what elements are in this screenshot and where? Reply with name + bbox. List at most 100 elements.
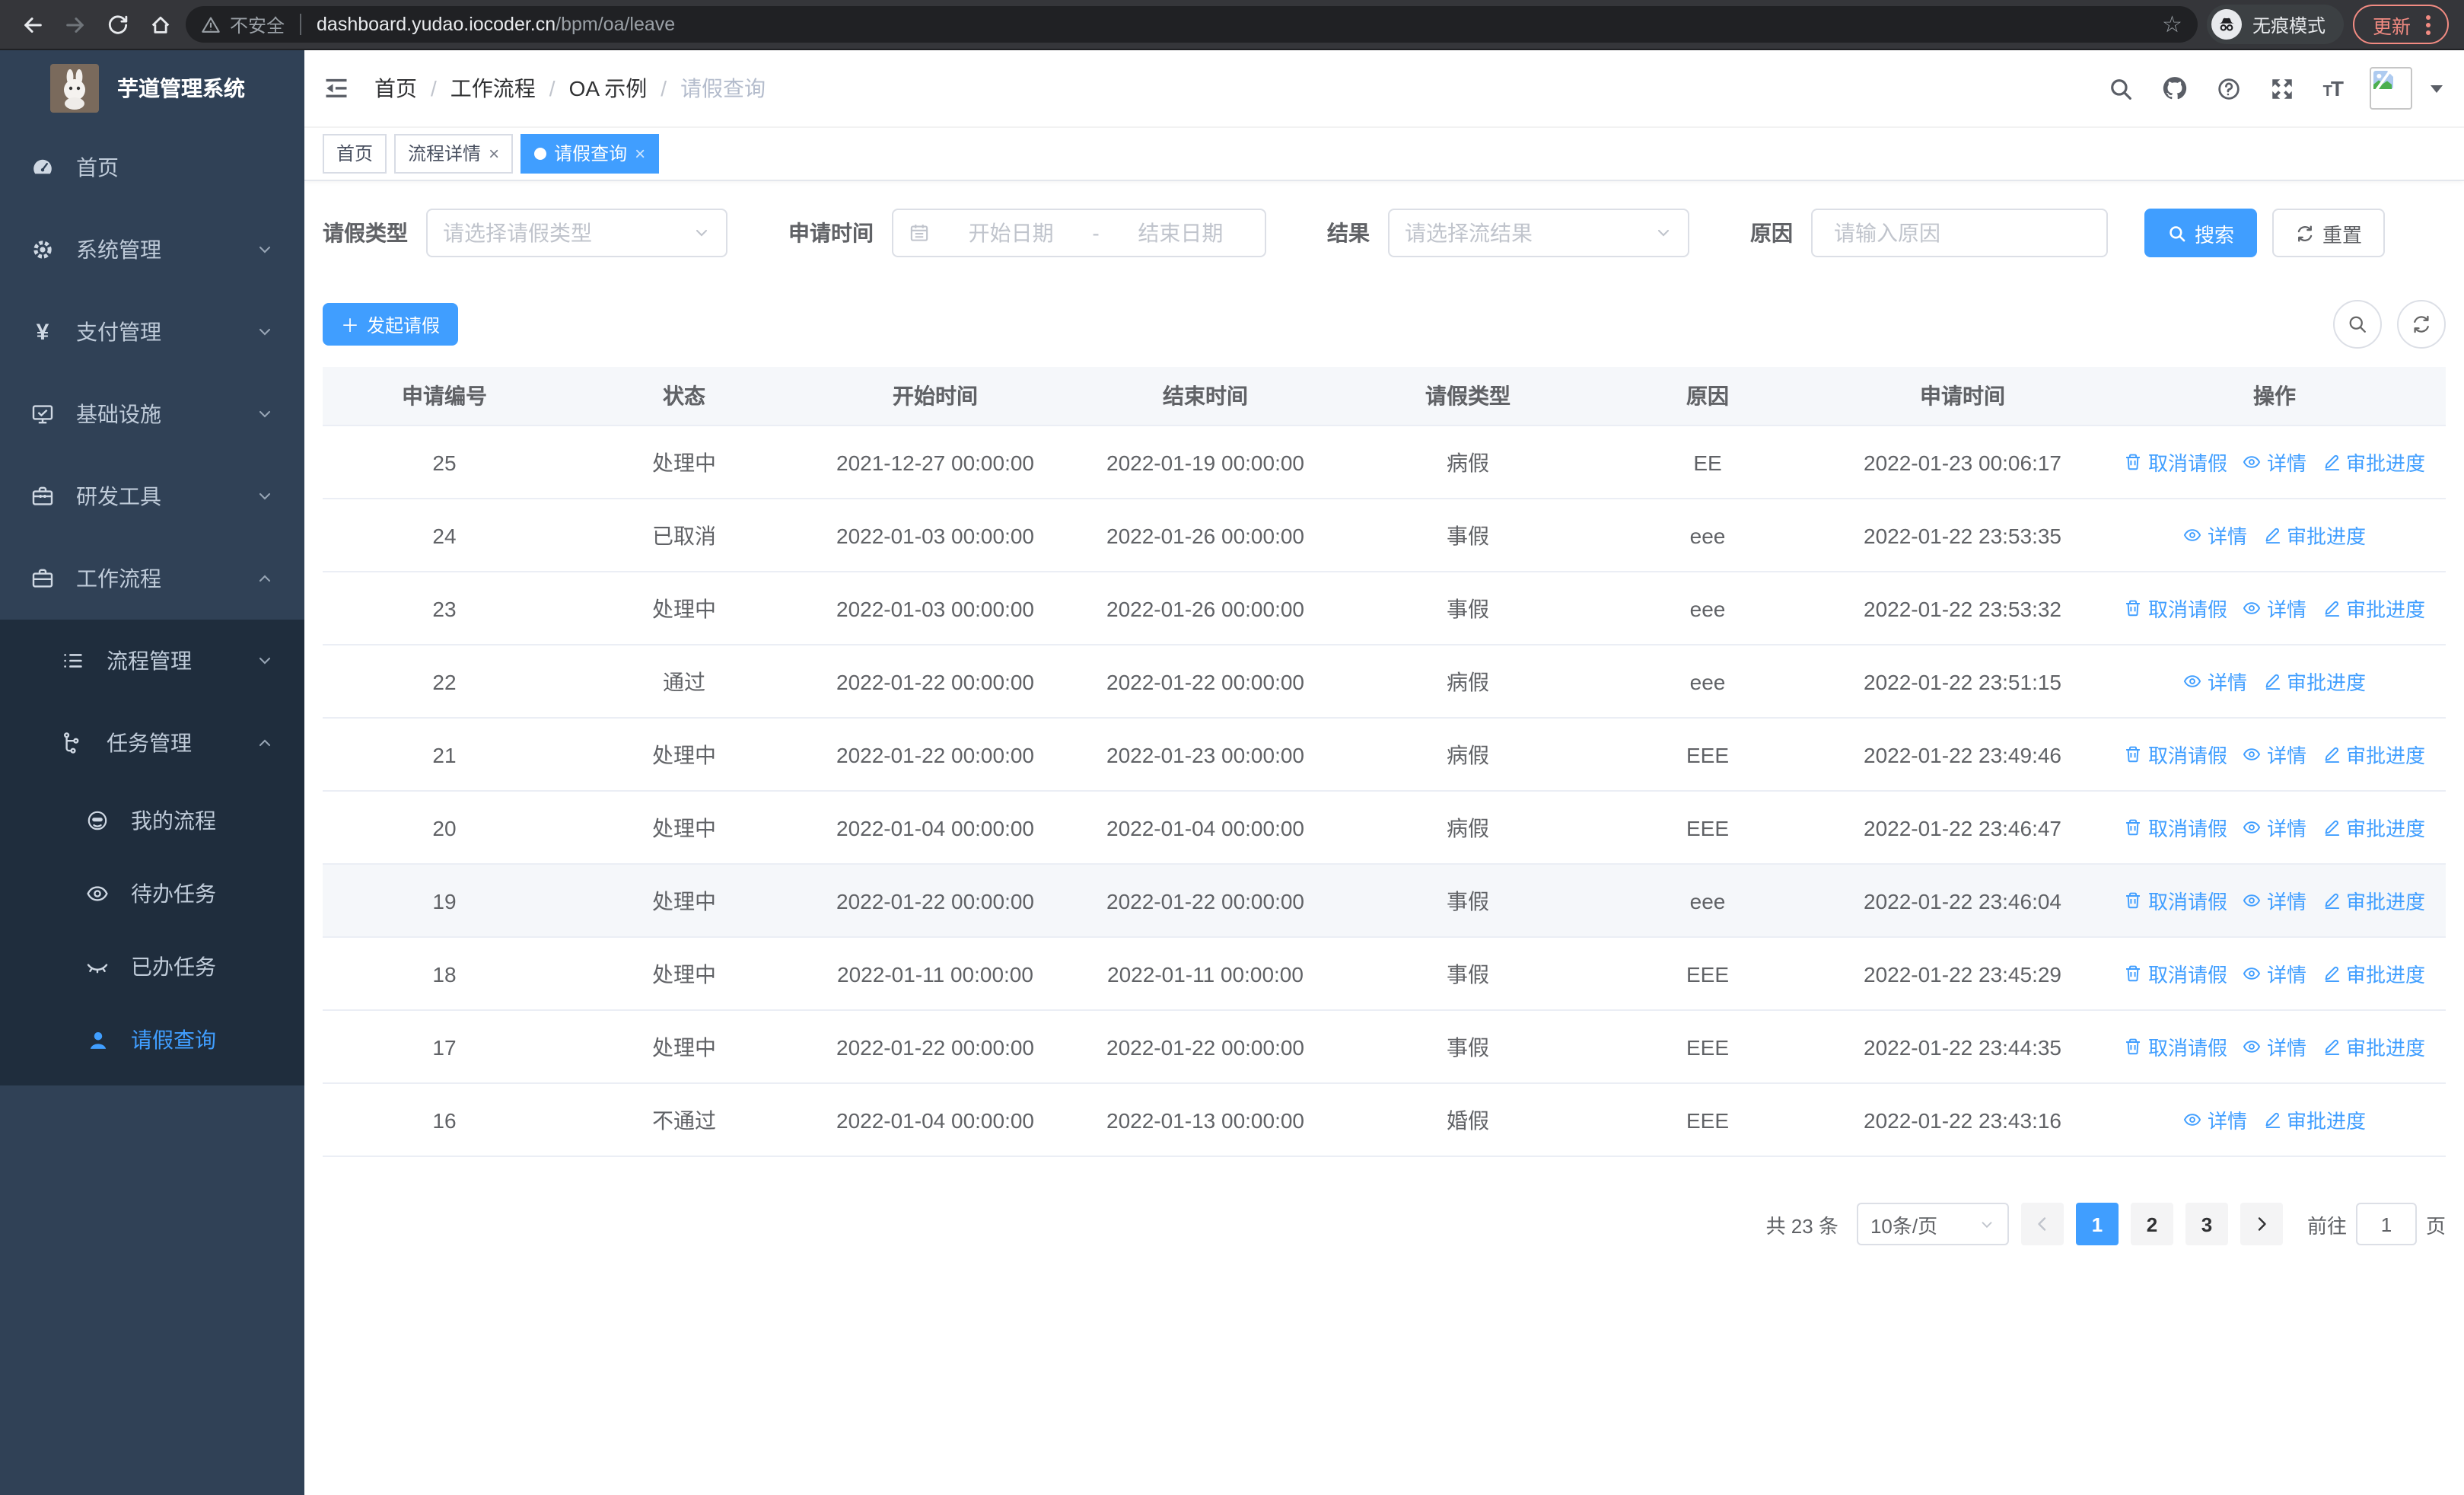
github-icon[interactable] (2162, 75, 2189, 102)
leave-type-select[interactable]: 请选择请假类型 (426, 209, 727, 257)
url-text: dashboard.yudao.iocoder.cn/bpm/oa/leave (317, 14, 676, 35)
header-search-icon[interactable] (2109, 75, 2135, 101)
progress-action-link[interactable]: 审批进度 (2322, 1032, 2425, 1061)
progress-action-link[interactable]: 审批进度 (2322, 886, 2425, 915)
cell-applied: 2022-01-22 23:46:47 (1822, 791, 2103, 865)
cell-actions: 取消请假 详情 审批进度 (2103, 1010, 2446, 1084)
action-label: 审批进度 (2346, 818, 2426, 840)
cancel-action-link[interactable]: 取消请假 (2124, 813, 2227, 842)
end-date-input[interactable]: 结束日期 (1112, 218, 1250, 248)
tab-close-icon[interactable]: × (635, 145, 645, 163)
create-leave-button[interactable]: ＋ 发起请假 (323, 303, 459, 346)
browser-home-icon[interactable] (143, 8, 177, 41)
help-icon[interactable] (2217, 75, 2243, 101)
column-header: 开始时间 (802, 367, 1068, 426)
detail-action-link[interactable]: 详情 (2243, 740, 2306, 769)
cell-applied: 2022-01-22 23:53:35 (1822, 499, 2103, 572)
reason-input[interactable] (1831, 219, 2088, 247)
browser-forward-icon[interactable] (58, 8, 91, 41)
apply-time-range-picker[interactable]: 开始日期 - 结束日期 (892, 209, 1266, 257)
bookmark-star-icon[interactable]: ☆ (2162, 13, 2182, 36)
breadcrumb-item[interactable]: 首页 (374, 73, 417, 104)
sidebar-item-0[interactable]: 首页 (0, 126, 304, 209)
cancel-action-link[interactable]: 取消请假 (2124, 1032, 2227, 1061)
cell-applied: 2022-01-22 23:51:15 (1822, 645, 2103, 719)
cancel-action-link[interactable]: 取消请假 (2124, 886, 2227, 915)
cell-start: 2022-01-04 00:00:00 (802, 1083, 1068, 1157)
progress-action-link[interactable]: 审批进度 (2322, 594, 2425, 623)
breadcrumb-item[interactable]: 工作流程 (450, 73, 536, 104)
detail-action-link[interactable]: 详情 (2243, 959, 2306, 988)
sidebar-item-7[interactable]: 任务管理 (0, 702, 304, 784)
refresh-table-button[interactable] (2397, 300, 2446, 349)
address-bar[interactable]: 不安全 dashboard.yudao.iocoder.cn/bpm/oa/le… (186, 6, 2198, 43)
detail-action-link[interactable]: 详情 (2243, 1032, 2306, 1061)
tab-请假查询[interactable]: 请假查询 × (520, 134, 660, 174)
cell-reason: EEE (1593, 1083, 1822, 1157)
cancel-action-link[interactable]: 取消请假 (2124, 448, 2227, 477)
sidebar-item-9[interactable]: 待办任务 (0, 857, 304, 930)
sidebar-item-5[interactable]: 工作流程 (0, 537, 304, 620)
sidebar-item-4[interactable]: 研发工具 (0, 455, 304, 537)
prev-page-button[interactable] (2020, 1203, 2064, 1245)
apply-time-label: 申请时间 (788, 221, 874, 245)
sidebar-item-2[interactable]: ¥ 支付管理 (0, 291, 304, 373)
tab-流程详情[interactable]: 流程详情 × (394, 134, 514, 174)
breadcrumb-item[interactable]: OA 示例 (569, 73, 648, 104)
fullscreen-icon[interactable] (2270, 75, 2296, 101)
page-button-1[interactable]: 1 (2075, 1203, 2119, 1245)
sidebar-item-3[interactable]: 基础设施 (0, 373, 304, 455)
detail-action-link[interactable]: 详情 (2183, 1105, 2247, 1134)
sidebar-item-11[interactable]: 请假查询 (0, 1003, 304, 1076)
user-avatar[interactable] (2370, 67, 2412, 110)
sidebar-item-8[interactable]: 我的流程 (0, 784, 304, 857)
cancel-action-link[interactable]: 取消请假 (2124, 594, 2227, 623)
progress-action-link[interactable]: 审批进度 (2262, 1105, 2366, 1134)
sidebar-collapse-icon[interactable] (323, 75, 350, 102)
next-page-button[interactable] (2240, 1203, 2283, 1245)
sidebar-item-1[interactable]: 系统管理 (0, 209, 304, 291)
cell-applied: 2022-01-22 23:43:16 (1822, 1083, 2103, 1157)
progress-action-link[interactable]: 审批进度 (2322, 959, 2425, 988)
progress-action-link[interactable]: 审批进度 (2262, 667, 2366, 696)
cancel-action-link[interactable]: 取消请假 (2124, 959, 2227, 988)
sidebar-item-6[interactable]: 流程管理 (0, 620, 304, 702)
result-select[interactable]: 请选择流结果 (1388, 209, 1689, 257)
browser-reload-icon[interactable] (100, 8, 134, 41)
start-date-input[interactable]: 开始日期 (942, 218, 1080, 248)
cell-id: 19 (323, 864, 566, 938)
search-button[interactable]: 搜索 (2144, 209, 2258, 257)
sidebar-logo[interactable]: 芋道管理系统 (0, 50, 304, 126)
reset-button[interactable]: 重置 (2272, 209, 2386, 257)
sidebar-item-label: 任务管理 (107, 731, 192, 755)
cancel-action-link[interactable]: 取消请假 (2124, 740, 2227, 769)
dashboard-icon (30, 155, 55, 180)
font-size-icon[interactable]: TT (2323, 76, 2344, 100)
detail-action-link[interactable]: 详情 (2183, 667, 2247, 696)
detail-action-link[interactable]: 详情 (2183, 521, 2247, 550)
tab-首页[interactable]: 首页 (323, 134, 387, 174)
detail-action-link[interactable]: 详情 (2243, 594, 2306, 623)
browser-menu-icon[interactable] (2423, 11, 2434, 37)
detail-action-link[interactable]: 详情 (2243, 813, 2306, 842)
detail-action-link[interactable]: 详情 (2243, 448, 2306, 477)
goto-page-input[interactable] (2355, 1203, 2417, 1245)
progress-action-link[interactable]: 审批进度 (2262, 521, 2366, 550)
tab-close-icon[interactable]: × (489, 145, 499, 163)
show-search-button[interactable] (2333, 300, 2382, 349)
cell-end: 2022-01-26 00:00:00 (1068, 572, 1342, 645)
table-row-23: 23 处理中 2022-01-03 00:00:00 2022-01-26 00:00… (323, 572, 2446, 645)
progress-action-link[interactable]: 审批进度 (2322, 448, 2425, 477)
page-button-2[interactable]: 2 (2130, 1203, 2173, 1245)
browser-back-icon[interactable] (15, 8, 49, 41)
progress-action-link[interactable]: 审批进度 (2322, 813, 2425, 842)
breadcrumb-item: 请假查询 (680, 76, 766, 100)
cell-actions: 详情 审批进度 (2103, 645, 2446, 719)
page-size-select[interactable]: 10条/页 (1856, 1203, 2009, 1245)
update-button[interactable]: 更新 (2352, 5, 2449, 44)
progress-action-link[interactable]: 审批进度 (2322, 740, 2425, 769)
sidebar-item-10[interactable]: 已办任务 (0, 930, 304, 1003)
avatar-caret-icon[interactable] (2431, 84, 2443, 92)
detail-action-link[interactable]: 详情 (2243, 886, 2306, 915)
page-button-3[interactable]: 3 (2185, 1203, 2228, 1245)
